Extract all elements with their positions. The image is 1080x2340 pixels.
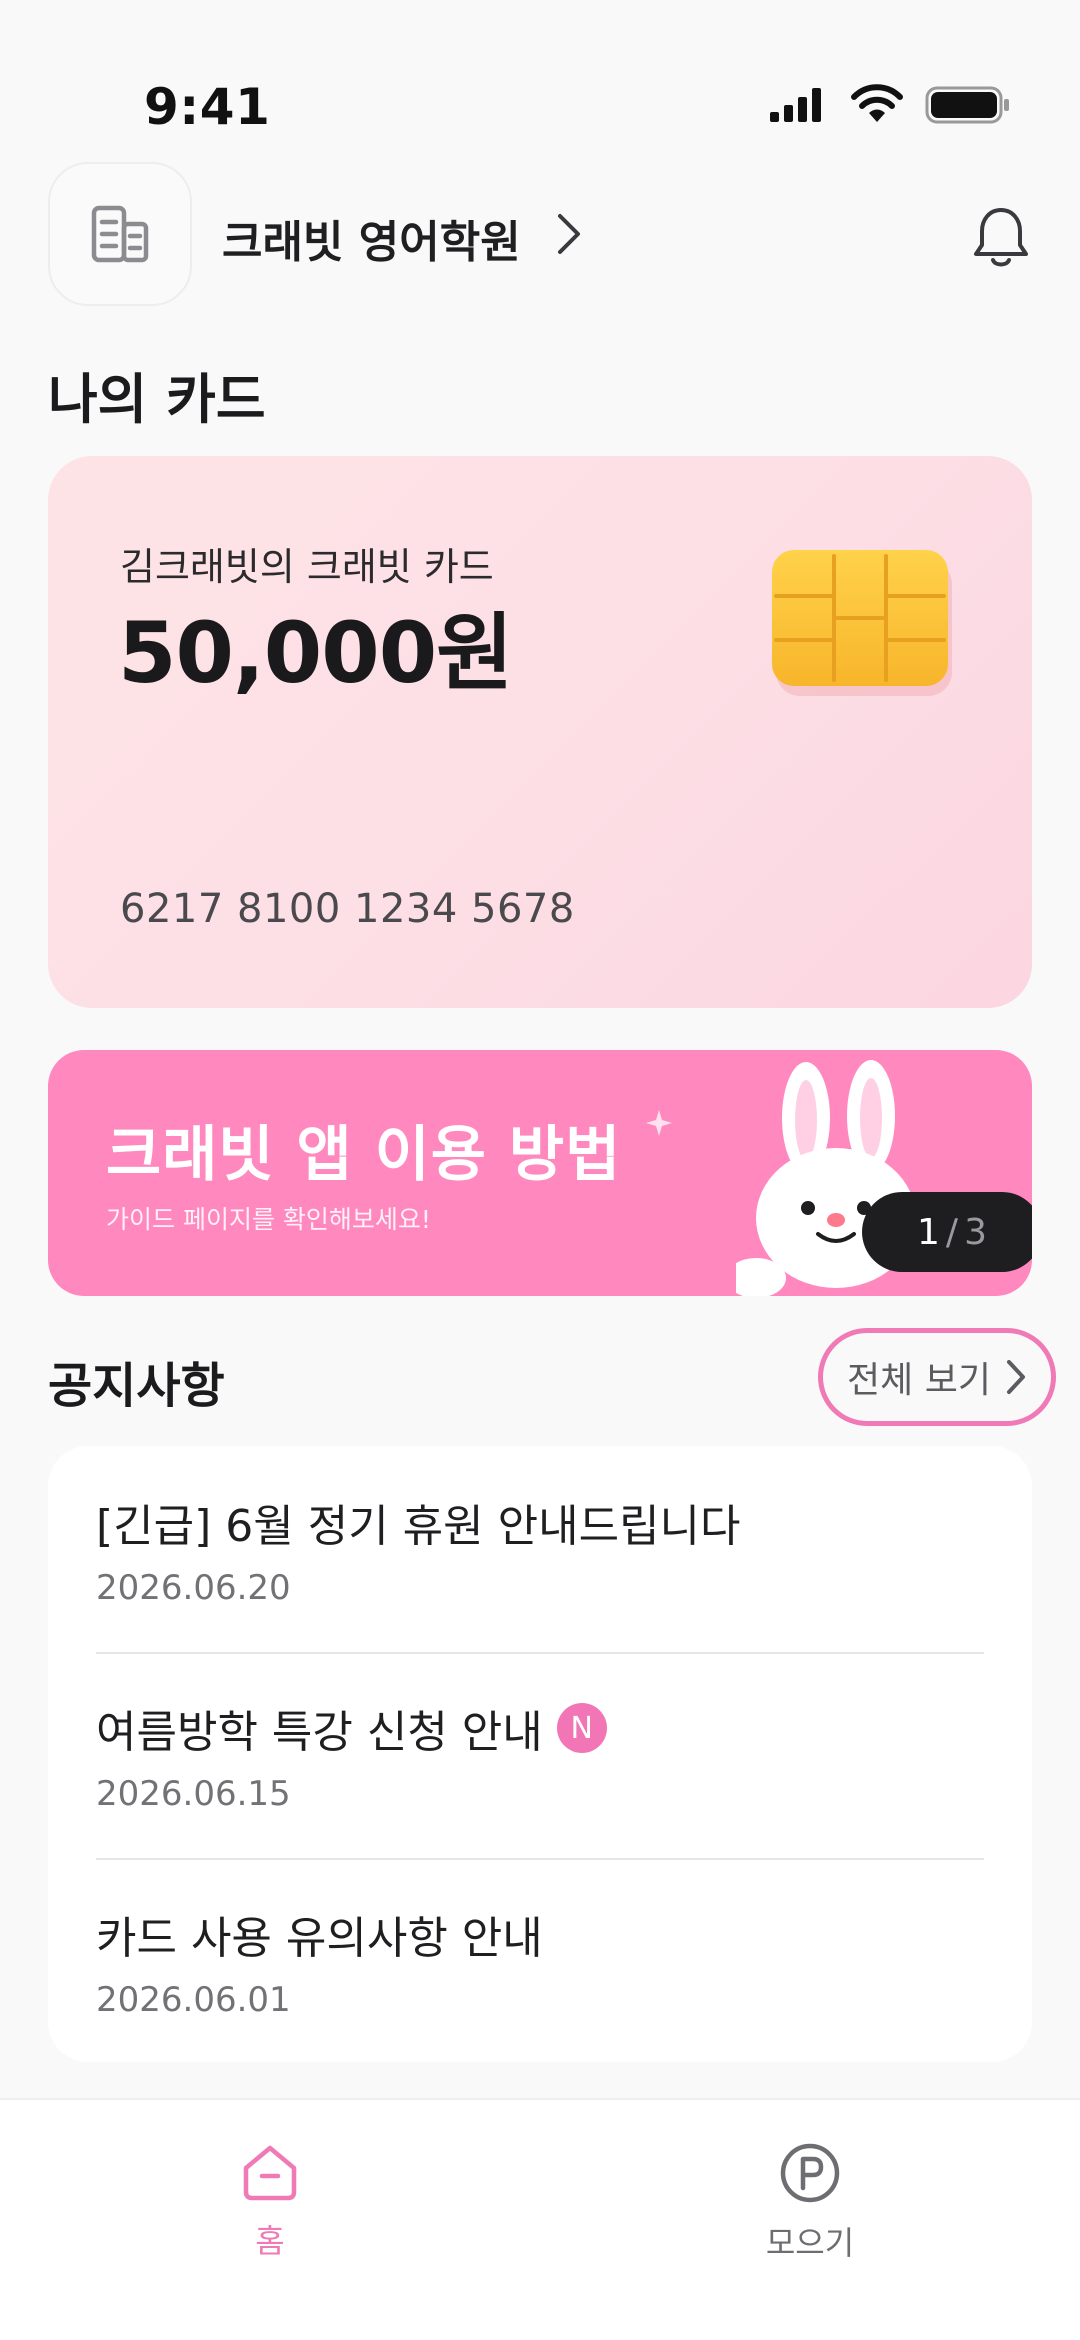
card-balance: 50,000원 [118, 604, 513, 702]
notices-list: [긴급] 6월 정기 휴원 안내드립니다 2026.06.20 여름방학 특강 … [48, 1446, 1032, 2062]
notice-date: 2026.06.20 [96, 1568, 291, 1608]
card-chip-icon [772, 550, 952, 696]
notice-date: 2026.06.15 [96, 1774, 291, 1814]
notice-date: 2026.06.01 [96, 1980, 291, 2020]
notice-title: 여름방학 특강 신청 안내 N [96, 1696, 607, 1760]
notice-item[interactable]: 여름방학 특강 신청 안내 N 2026.06.15 [96, 1652, 984, 1858]
pager-current: 1 [917, 1211, 940, 1253]
chevron-right-icon[interactable] [554, 212, 584, 256]
card-number: 6217 8100 1234 5678 [120, 886, 575, 932]
bottom-nav: 홈 모으기 [0, 2098, 1080, 2340]
banner-title: 크래빗 앱 이용 방법 [106, 1120, 622, 1190]
wifi-icon [851, 84, 903, 122]
view-all-label: 전체 보기 [847, 1360, 991, 1401]
bell-icon[interactable] [970, 204, 1032, 270]
points-icon [780, 2143, 840, 2203]
chevron-right-icon [1006, 1360, 1025, 1394]
notice-title-text: 카드 사용 유의사항 안내 [96, 1913, 543, 1964]
academy-name[interactable]: 크래빗 영어학원 [222, 206, 521, 270]
new-badge: N [556, 1703, 607, 1753]
banner-subtitle: 가이드 페이지를 확인해보세요! [106, 1205, 431, 1234]
cellular-signal-icon [770, 88, 821, 122]
my-card[interactable]: 김크래빗의 크래빗 카드 50,000원 6217 8100 1234 5678 [48, 456, 1032, 1008]
notices-title: 공지사항 [48, 1358, 225, 1414]
academy-logo[interactable] [48, 162, 192, 306]
status-bar: 9:41 [0, 0, 1080, 150]
nav-tab-home[interactable]: 홈 [170, 2142, 370, 2292]
building-icon [91, 205, 149, 263]
header: 크래빗 영어학원 [0, 160, 1080, 310]
nav-label-collect: 모으기 [765, 2224, 855, 2262]
view-all-button[interactable]: 전체 보기 [818, 1328, 1056, 1426]
battery-icon [925, 86, 1009, 124]
nav-label-home: 홈 [255, 2222, 285, 2260]
notice-title: 카드 사용 유의사항 안내 [96, 1902, 543, 1966]
notice-item[interactable]: 카드 사용 유의사항 안내 2026.06.01 [96, 1858, 984, 2064]
pager-separator: / [945, 1211, 959, 1253]
notice-title: [긴급] 6월 정기 휴원 안내드립니다 [96, 1490, 741, 1554]
banner-pager: 1 / 3 [862, 1192, 1032, 1272]
pager-total: 3 [964, 1211, 987, 1253]
status-time: 9:41 [144, 78, 271, 136]
my-card-section-title: 나의 카드 [48, 368, 266, 431]
notice-item[interactable]: [긴급] 6월 정기 휴원 안내드립니다 2026.06.20 [96, 1446, 984, 1652]
home-screen: 9:41 크래빗 영어학원 나의 카드 김크래빗의 크래빗 카드 50,000원… [0, 0, 1080, 2340]
nav-tab-collect[interactable]: 모으기 [710, 2142, 910, 2292]
home-icon [243, 2145, 297, 2201]
guide-banner[interactable]: 크래빗 앱 이용 방법 가이드 페이지를 확인해보세요! 1 / 3 [48, 1050, 1032, 1296]
sparkle-icon [646, 1110, 672, 1136]
notice-title-text: [긴급] 6월 정기 휴원 안내드립니다 [96, 1501, 741, 1552]
card-owner-label: 김크래빗의 크래빗 카드 [120, 545, 494, 589]
notice-title-text: 여름방학 특강 신청 안내 [96, 1707, 543, 1758]
